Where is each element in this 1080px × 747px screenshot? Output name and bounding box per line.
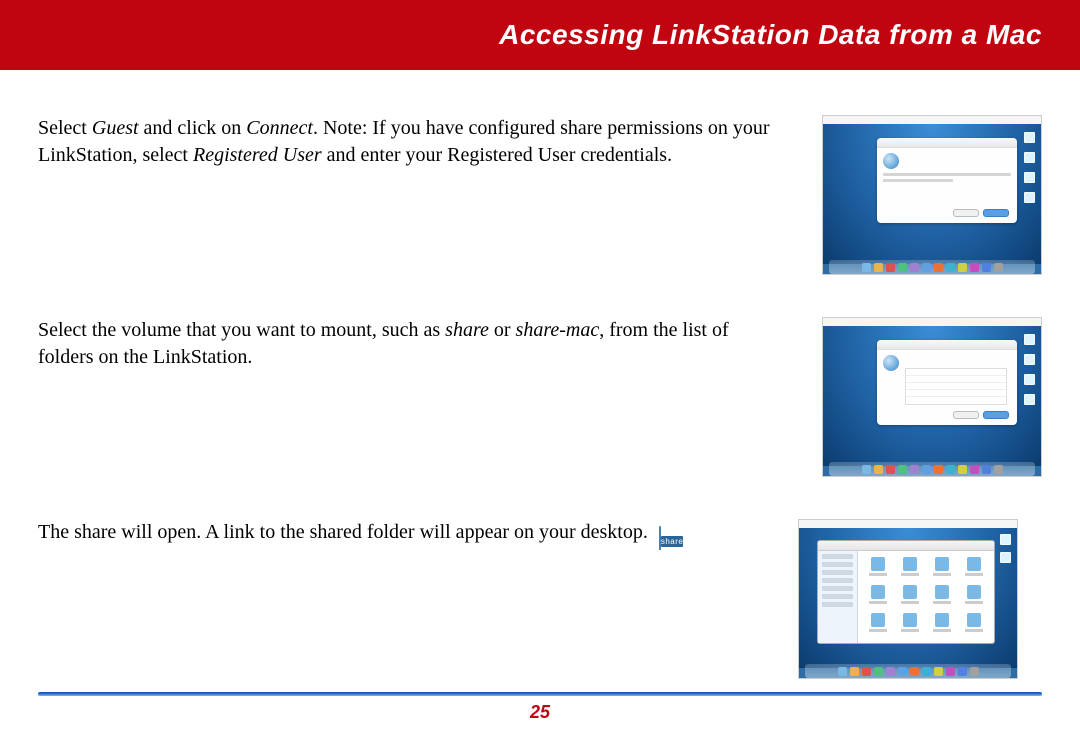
footer-rule	[38, 692, 1042, 696]
emphasis-share: share	[445, 319, 489, 341]
emphasis-connect: Connect	[246, 117, 313, 139]
instruction-row-2: Select the volume that you want to mount…	[38, 317, 1042, 477]
screenshot-thumbnail-1	[822, 115, 1042, 275]
share-icon-label: share	[661, 536, 684, 547]
text-segment: Select	[38, 117, 92, 139]
text-segment: and enter your Registered User credentia…	[322, 144, 672, 166]
page-number: 25	[0, 702, 1080, 723]
emphasis-guest: Guest	[92, 117, 139, 139]
dialog-volume-select	[877, 340, 1017, 425]
dialog-connect	[877, 138, 1017, 223]
finder-window	[817, 540, 995, 644]
screenshot-thumbnail-2	[822, 317, 1042, 477]
text-segment: or	[489, 319, 516, 341]
instruction-row-3: The share will open. A link to the share…	[38, 519, 1042, 679]
screenshot-thumbnail-3	[798, 519, 1018, 679]
globe-icon	[659, 526, 661, 550]
page-title: Accessing LinkStation Data from a Mac	[499, 19, 1042, 51]
instruction-text-2: Select the volume that you want to mount…	[38, 317, 782, 477]
instruction-text-3: The share will open. A link to the share…	[38, 519, 758, 679]
header-band: Accessing LinkStation Data from a Mac	[0, 0, 1080, 70]
emphasis-registered-user: Registered User	[193, 144, 322, 166]
text-segment: and click on	[139, 117, 247, 139]
share-desktop-icon: share	[659, 525, 701, 573]
text-segment: The share will open. A link to the share…	[38, 521, 648, 543]
text-segment: Select the volume that you want to mount…	[38, 319, 445, 341]
instruction-text-1: Select Guest and click on Connect. Note:…	[38, 115, 782, 275]
instruction-row-1: Select Guest and click on Connect. Note:…	[38, 115, 1042, 275]
footer: 25	[0, 692, 1080, 747]
emphasis-share-mac: share-mac	[516, 319, 600, 341]
content-area: Select Guest and click on Connect. Note:…	[0, 70, 1080, 692]
